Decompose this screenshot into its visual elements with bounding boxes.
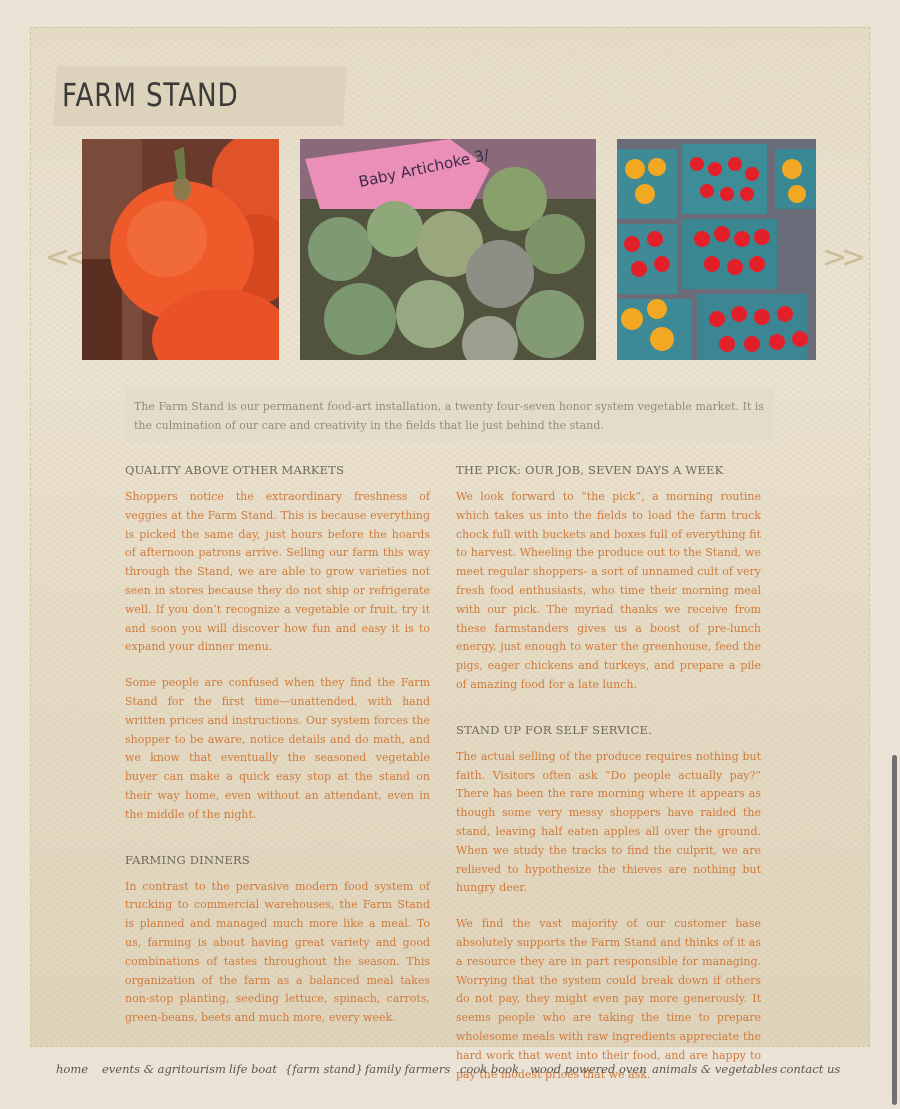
footer-nav: home events & agritourism life boat {far…: [0, 1062, 900, 1082]
intro-text: The Farm Stand is our permanent food-art…: [134, 400, 764, 432]
right-column: THE PICK: OUR JOB, SEVEN DAYS A WEEK We …: [456, 463, 761, 1101]
nav-animals-vegetables[interactable]: animals & vegetables: [652, 1062, 778, 1076]
heading-quality: QUALITY ABOVE OTHER MARKETS: [125, 463, 345, 477]
nav-family-farmers[interactable]: family farmers: [365, 1062, 450, 1076]
photo-tomatoes[interactable]: [617, 139, 816, 360]
paragraph-quality-2: Some people are confused when they find …: [125, 676, 430, 821]
paragraph-self-service-2: We find the vast majority of our custome…: [456, 917, 761, 1081]
heading-farming-dinners: FARMING DINNERS: [125, 852, 250, 867]
carousel-prev-arrow[interactable]: <<: [45, 240, 89, 275]
heading-self-service: STAND UP FOR SELF SERVICE.: [456, 722, 652, 737]
left-column: QUALITY ABOVE OTHER MARKETS Shoppers not…: [125, 463, 430, 1045]
nav-cook-book[interactable]: cook book: [460, 1062, 519, 1076]
paragraph-self-service-1: The actual selling of the produce requir…: [456, 749, 761, 895]
nav-events-agritourism[interactable]: events & agritourism: [102, 1062, 226, 1076]
paragraph-the-pick: We look forward to “the pick”, a morning…: [456, 490, 761, 691]
nav-contact-us[interactable]: contact us: [780, 1062, 840, 1076]
photo-squash[interactable]: [82, 139, 279, 360]
paragraph-quality-1: Shoppers notice the extraordinary freshn…: [125, 490, 430, 654]
intro-box: The Farm Stand is our permanent food-art…: [125, 389, 773, 442]
nav-farm-stand[interactable]: {farm stand}: [285, 1062, 363, 1076]
paragraph-farming-dinners: In contrast to the pervasive modern food…: [125, 879, 430, 1025]
photo-artichokes[interactable]: Baby Artichoke 3/: [300, 139, 596, 360]
nav-wood-powered-oven[interactable]: wood powered oven: [530, 1062, 647, 1076]
site-title[interactable]: FARM STAND: [62, 76, 238, 114]
carousel-next-arrow[interactable]: >>: [822, 240, 866, 275]
nav-home[interactable]: home: [56, 1062, 88, 1076]
heading-the-pick: THE PICK: OUR JOB, SEVEN DAYS A WEEK: [456, 463, 724, 477]
nav-life-boat[interactable]: life boat: [229, 1062, 277, 1076]
scrollbar-thumb[interactable]: [892, 755, 897, 1105]
